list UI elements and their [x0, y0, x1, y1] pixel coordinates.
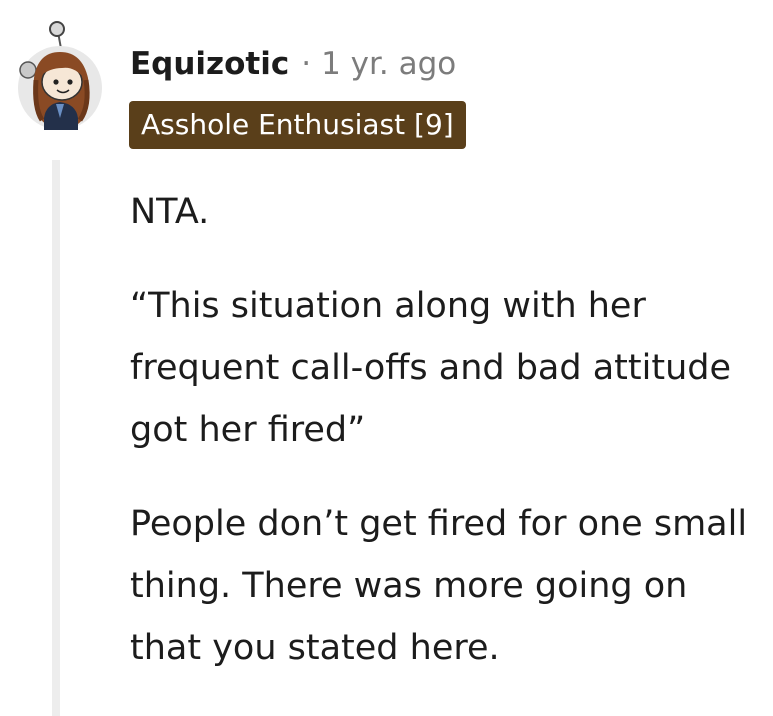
thread-collapse-line[interactable]	[52, 160, 60, 716]
comment-paragraph: People don’t get fired for one small thi…	[130, 504, 748, 668]
user-avatar-icon[interactable]	[16, 18, 104, 134]
user-flair-badge: Asshole Enthusiast [9]	[129, 101, 466, 149]
comment-body: NTA. “This situation along with her freq…	[130, 181, 760, 679]
timestamp-link[interactable]: 1 yr. ago	[321, 46, 456, 82]
comment-header: Equizotic · 1 yr. ago	[130, 40, 456, 88]
comment-paragraph: “This situation along with her frequent …	[130, 286, 731, 450]
username-link[interactable]: Equizotic	[130, 46, 289, 82]
comment-paragraph: NTA.	[130, 192, 210, 232]
meta-separator: ·	[301, 46, 312, 82]
